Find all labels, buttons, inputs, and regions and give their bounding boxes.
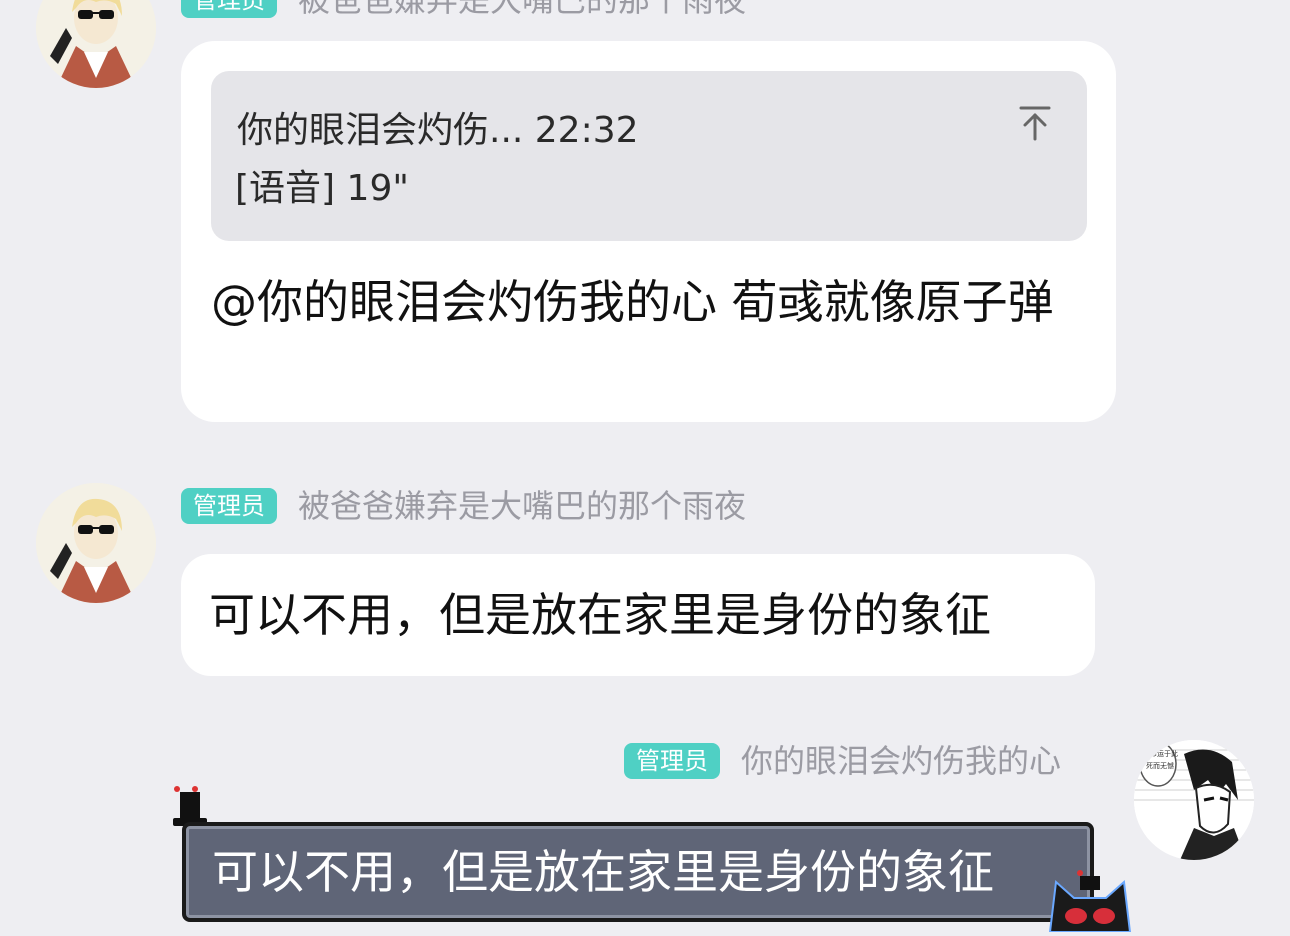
admin-badge: 管理员 xyxy=(181,0,277,18)
avatar-manga[interactable]: 命运于此 死而无憾 xyxy=(1134,740,1254,860)
sunglasses-character-icon xyxy=(36,0,156,88)
quoted-message[interactable]: 你的眼泪会灼伤... 22:32 [语音] 19" xyxy=(211,71,1087,241)
message-bubble[interactable]: 可以不用，但是放在家里是身份的象征 xyxy=(181,554,1095,676)
avatar-sunglasses[interactable] xyxy=(36,483,156,603)
svg-text:命运于此: 命运于此 xyxy=(1150,749,1178,758)
manga-character-icon: 命运于此 死而无憾 xyxy=(1134,740,1254,860)
jump-to-original-icon[interactable] xyxy=(1017,105,1053,141)
decor-cat-icon xyxy=(1040,868,1140,933)
message-text: @你的眼泪会灼伤我的心 荀彧就像原子弹 xyxy=(211,275,1054,329)
message-bubble-reply[interactable]: 你的眼泪会灼伤... 22:32 [语音] 19" @你的眼泪会灼伤我的心 荀彧… xyxy=(181,41,1116,422)
admin-badge: 管理员 xyxy=(624,743,720,779)
message-bubble-themed[interactable]: 可以不用，但是放在家里是身份的象征 xyxy=(182,822,1094,922)
message-text: 可以不用，但是放在家里是身份的象征 xyxy=(209,588,991,642)
sender-nickname[interactable]: 被爸爸嫌弃是大嘴巴的那个雨夜 xyxy=(298,0,746,22)
quoted-message-body: [语音] 19" xyxy=(235,168,409,209)
admin-badge: 管理员 xyxy=(181,488,277,524)
quoted-message-title: 你的眼泪会灼伤... 22:32 xyxy=(237,110,639,151)
sender-nickname[interactable]: 你的眼泪会灼伤我的心 xyxy=(741,739,1061,783)
sender-nickname[interactable]: 被爸爸嫌弃是大嘴巴的那个雨夜 xyxy=(298,484,746,528)
svg-text:死而无憾: 死而无憾 xyxy=(1146,761,1174,770)
avatar-sunglasses-top[interactable] xyxy=(36,0,156,88)
sunglasses-character-icon xyxy=(36,483,156,603)
message-text: 可以不用，但是放在家里是身份的象征 xyxy=(212,845,994,899)
